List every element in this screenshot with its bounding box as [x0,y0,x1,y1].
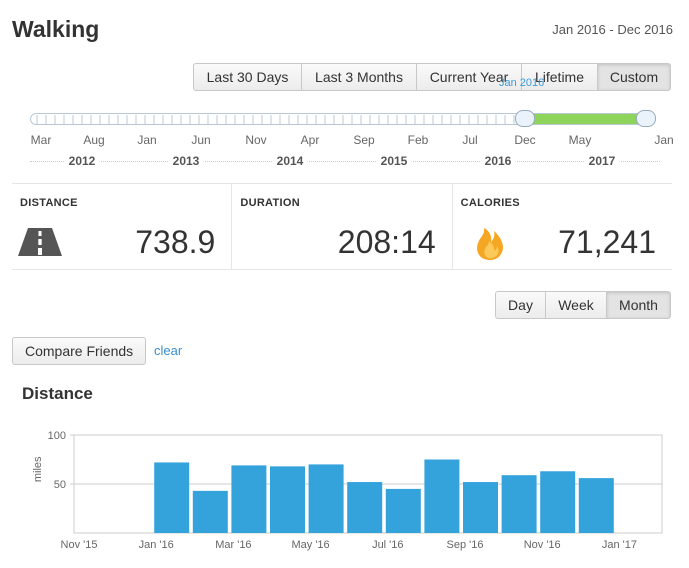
month-label: Jun [191,133,211,147]
month-label: Mar [30,133,52,147]
month-label: Nov [245,133,267,147]
distance-bar[interactable] [424,459,460,534]
duration-label: DURATION [240,197,300,209]
x-tick-label: Nov '15 [61,539,98,551]
distance-bar[interactable] [154,462,190,533]
y-tick-label: 100 [48,430,66,442]
year-label: 2013 [168,154,204,168]
page-title: Walking [12,16,100,42]
compare-friends-button[interactable]: Compare Friends [12,337,147,365]
day-button[interactable]: Day [495,291,546,319]
distance-value: 738.9 [135,224,216,260]
x-tick-label: Jan '17 [602,539,637,551]
month-label: Apr [300,133,320,147]
distance-bar[interactable] [463,482,498,533]
distance-bar[interactable] [231,465,267,533]
stats-panel: DISTANCE 738.9 DURATION 208:14 CALORIES … [12,183,672,270]
month-label: Feb [407,133,429,147]
last-3-months-button[interactable]: Last 3 Months [301,63,417,91]
month-label: Jan [137,133,157,147]
slider-tooltip: Jan 2016 [499,77,545,89]
calories-value: 71,241 [558,224,656,260]
x-tick-label: Sep '16 [447,539,484,551]
distance-bar[interactable] [540,471,576,533]
month-label: Sep [353,133,375,147]
year-label: 2014 [272,154,308,168]
period-button-group: Day Week Month [495,291,671,319]
slider-handle-start[interactable] [515,110,535,127]
x-tick-label: May '16 [292,539,330,551]
distance-bar[interactable] [501,475,537,533]
distance-bar[interactable] [385,488,421,533]
month-label: Jan [654,133,674,147]
road-icon [18,228,62,256]
distance-bar[interactable] [192,490,228,533]
month-label: May [568,133,592,147]
distance-bar[interactable] [270,466,305,533]
year-label: 2012 [64,154,100,168]
range-button-group: Last 30 Days Last 3 Months Current Year … [193,63,671,91]
y-axis-label: miles [32,456,44,482]
custom-button[interactable]: Custom [597,63,671,91]
x-tick-label: Jul '16 [372,539,403,551]
month-label: Aug [83,133,105,147]
x-tick-label: Mar '16 [215,539,251,551]
month-button[interactable]: Month [606,291,671,319]
duration-stat: DURATION 208:14 [231,184,451,269]
year-label: 2016 [480,154,516,168]
clear-link[interactable]: clear [154,343,182,358]
slider-handle-end[interactable] [636,110,656,127]
year-label: 2015 [376,154,412,168]
distance-bar[interactable] [578,478,614,533]
calories-label: CALORIES [460,197,520,209]
y-tick-label: 50 [54,479,66,491]
duration-value: 208:14 [337,224,436,260]
distance-bar[interactable] [308,464,344,533]
slider-selected-range [526,114,653,124]
slider-month-labels: Mar Aug Jan Jun Nov Apr Sep Feb Jul Dec … [0,133,689,149]
week-button[interactable]: Week [545,291,607,319]
distance-chart: 50 100 miles Nov '15 Jan '16 Mar '16 May '16 Ju… [32,430,663,551]
flame-icon [476,228,503,260]
chart-title: Distance [22,384,93,403]
x-tick-label: Nov '16 [524,539,561,551]
last-30-days-button[interactable]: Last 30 Days [193,63,302,91]
calories-stat: CALORIES 71,241 [451,184,672,269]
month-label: Dec [514,133,536,147]
year-divider [30,161,660,162]
date-slider[interactable] [30,113,654,125]
distance-label: DISTANCE [20,197,78,209]
year-label: 2017 [584,154,620,168]
date-range-label: Jan 2016 - Dec 2016 [552,22,673,37]
distance-stat: DISTANCE 738.9 [12,184,231,269]
distance-bar[interactable] [347,482,383,533]
month-label: Jul [462,133,478,147]
x-tick-label: Jan '16 [139,539,174,551]
